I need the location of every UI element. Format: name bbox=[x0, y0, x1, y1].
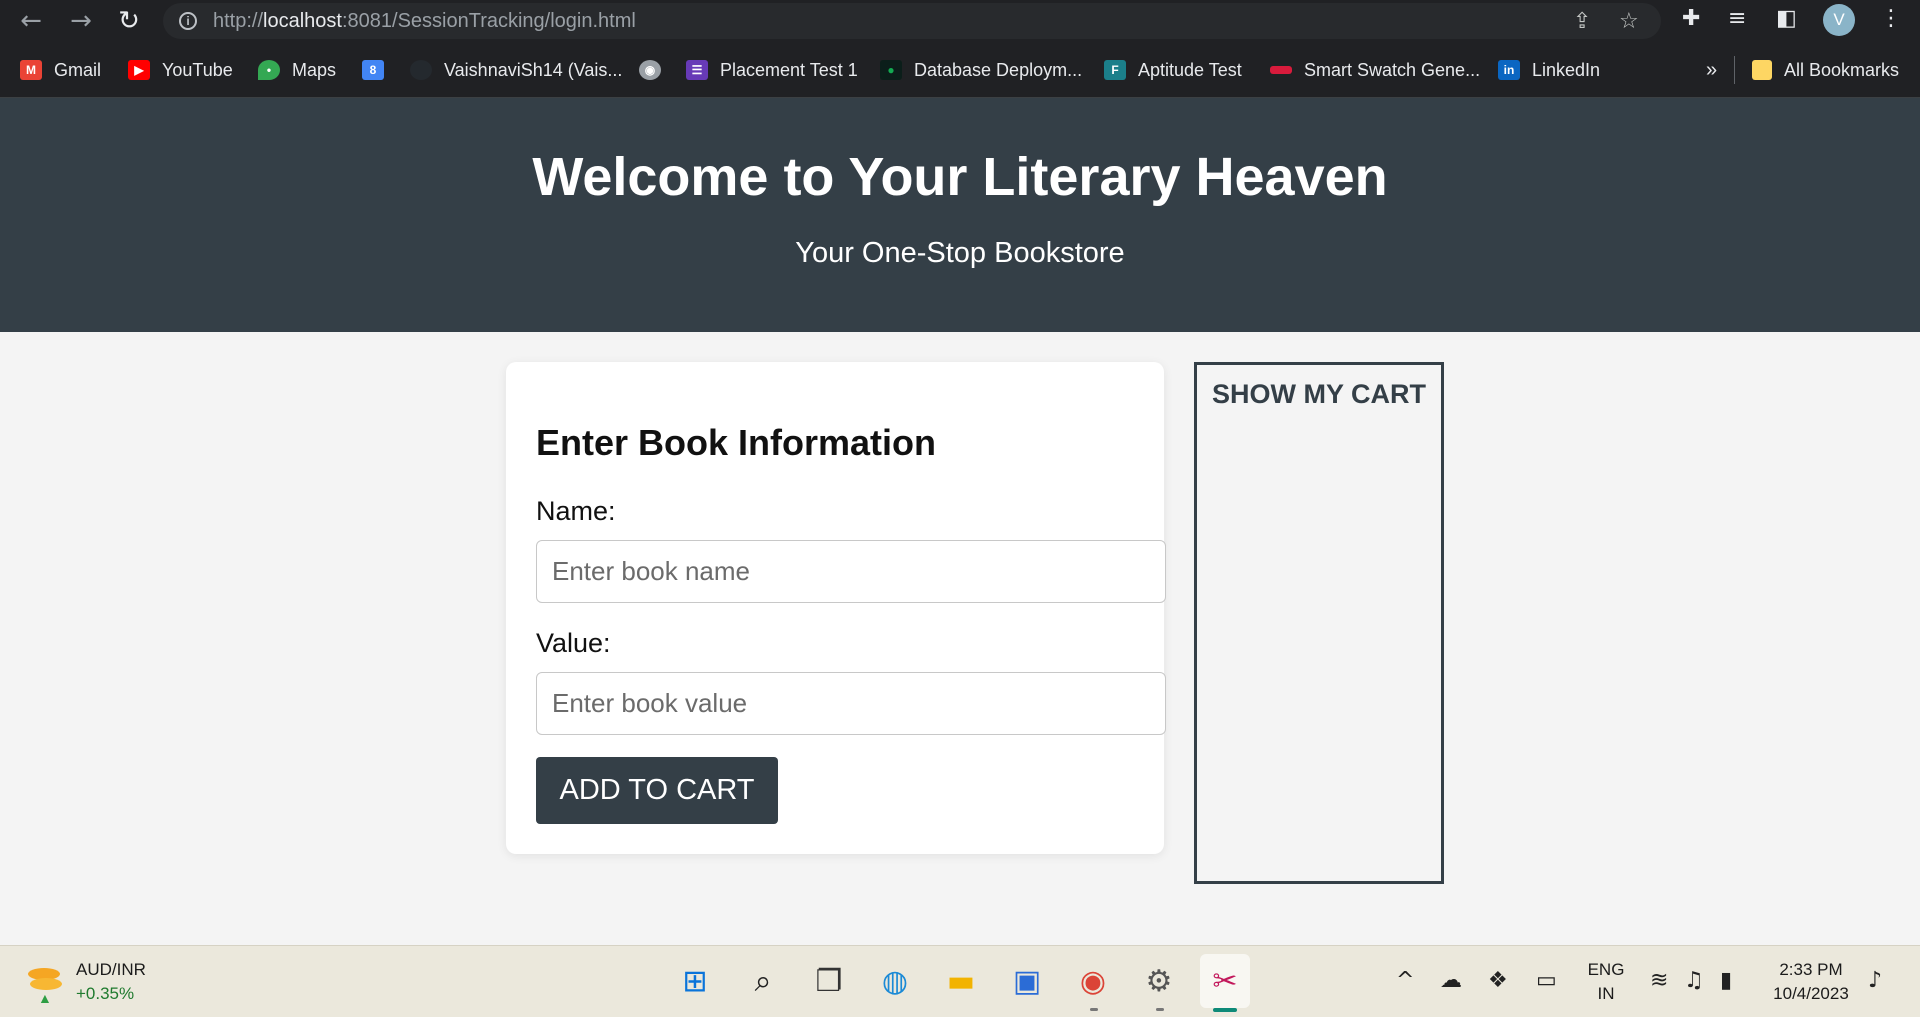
clock-time[interactable]: 2:33 PM bbox=[1766, 960, 1856, 980]
search-icon[interactable]: ⌕ bbox=[742, 960, 784, 1002]
wifi-icon[interactable]: ≋ bbox=[1650, 968, 1668, 993]
onedrive-cloud-icon[interactable]: ☁ bbox=[1440, 968, 1462, 993]
swatch-icon bbox=[1270, 66, 1292, 74]
value-label: Value: bbox=[536, 628, 611, 658]
currency-widget-icon[interactable]: ▲ bbox=[26, 964, 66, 1006]
microsoft-store-icon[interactable]: ▣ bbox=[1006, 960, 1048, 1002]
bookmark-github[interactable]: VaishnaviSh14 (Vais... bbox=[410, 57, 622, 83]
all-bookmarks-folder[interactable]: All Bookmarks bbox=[1752, 57, 1899, 83]
volume-icon[interactable]: ♫ bbox=[1684, 968, 1704, 993]
page-header: Welcome to Your Literary Heaven Your One… bbox=[0, 98, 1920, 332]
notification-bell-icon[interactable]: ♪ bbox=[1868, 968, 1882, 993]
file-explorer-icon[interactable]: ▬ bbox=[940, 960, 982, 1002]
bookmark-database-deployment[interactable]: ● Database Deploym... bbox=[880, 57, 1082, 83]
book-value-input[interactable] bbox=[536, 672, 1166, 735]
form-heading: Enter Book Information bbox=[536, 422, 937, 463]
bookmark-linkedin[interactable]: in LinkedIn bbox=[1498, 57, 1600, 83]
mongodb-icon: ● bbox=[880, 60, 902, 80]
dropbox-icon[interactable]: ❖ bbox=[1488, 968, 1508, 993]
bookmark-star-icon[interactable]: ☆ bbox=[1619, 9, 1639, 34]
folder-icon bbox=[1752, 60, 1772, 80]
start-icon[interactable]: ⊞ bbox=[674, 960, 716, 1002]
snipping-tool-icon[interactable]: ✂ bbox=[1200, 954, 1250, 1008]
settings-running-indicator bbox=[1156, 1008, 1164, 1011]
share-icon[interactable]: ⇪ bbox=[1573, 9, 1591, 34]
chrome-icon[interactable]: ◉ bbox=[1072, 960, 1114, 1002]
snipping-active-indicator bbox=[1213, 1008, 1237, 1012]
url-text[interactable]: http://localhost:8081/SessionTracking/lo… bbox=[213, 10, 636, 33]
battery-icon[interactable]: ▮ bbox=[1720, 968, 1732, 993]
google-apps-icon: 8 bbox=[362, 60, 384, 80]
page-subtitle: Your One-Stop Bookstore bbox=[795, 237, 1125, 269]
back-arrow-icon[interactable]: ← bbox=[16, 6, 46, 36]
browser-toolbar: ← → ↻ i http://localhost:8081/SessionTra… bbox=[0, 0, 1920, 42]
profile-avatar[interactable]: V bbox=[1823, 4, 1855, 36]
widget-title: AUD/INR bbox=[76, 960, 146, 979]
side-panel-icon[interactable]: ◧ bbox=[1776, 6, 1797, 31]
forward-arrow-icon[interactable]: → bbox=[66, 6, 96, 36]
language-region[interactable]: IN bbox=[1584, 984, 1628, 1004]
bookmark-google-apps[interactable]: 8 bbox=[362, 57, 396, 83]
cart-panel[interactable]: SHOW MY CART bbox=[1194, 362, 1444, 884]
gmail-icon: M bbox=[20, 60, 42, 80]
taskbar: ▲ AUD/INR +0.35% ⊞ ⌕ ❐ ◍ ▬ ▣ ◉ ⚙ ✂ ^ ☁ ❖… bbox=[0, 945, 1920, 1017]
book-name-input[interactable] bbox=[536, 540, 1166, 603]
bookmark-youtube[interactable]: ▶ YouTube bbox=[128, 57, 233, 83]
bookmarks-bar: M Gmail ▶ YouTube • Maps 8 VaishnaviSh14 (V… bbox=[0, 42, 1920, 98]
github-icon bbox=[410, 60, 432, 80]
bookmarks-divider bbox=[1734, 56, 1735, 84]
address-bar[interactable]: i http://localhost:8081/SessionTracking/… bbox=[163, 3, 1661, 39]
bookmarks-overflow-button[interactable]: » bbox=[1706, 57, 1717, 83]
bookmark-aptitude-test[interactable]: F Aptitude Test bbox=[1104, 57, 1242, 83]
language-code[interactable]: ENG bbox=[1584, 960, 1628, 980]
touchpad-icon[interactable]: ▭ bbox=[1536, 968, 1557, 993]
chrome-running-indicator bbox=[1090, 1008, 1098, 1011]
show-my-cart-link[interactable]: SHOW MY CART bbox=[1197, 379, 1441, 410]
reload-icon[interactable]: ↻ bbox=[114, 6, 144, 36]
settings-app-icon[interactable]: ⚙ bbox=[1138, 960, 1180, 1002]
bookmark-placement-test[interactable]: ☰ Placement Test 1 bbox=[686, 57, 858, 83]
chevron-up-icon[interactable]: ^ bbox=[1396, 968, 1414, 993]
maps-icon: • bbox=[258, 60, 280, 80]
add-to-cart-button[interactable]: ADD TO CART bbox=[536, 757, 778, 824]
clock-date[interactable]: 10/4/2023 bbox=[1766, 984, 1856, 1004]
bookmark-smart-swatch[interactable]: Smart Swatch Gene... bbox=[1270, 57, 1480, 83]
menu-kebab-icon[interactable]: ⋮ bbox=[1880, 6, 1902, 31]
test-icon: F bbox=[1104, 60, 1126, 80]
forms-icon: ☰ bbox=[686, 60, 708, 80]
edge-browser-icon[interactable]: ◍ bbox=[874, 960, 916, 1002]
extensions-icon[interactable]: ✚ bbox=[1682, 6, 1700, 31]
widget-value: +0.35% bbox=[76, 984, 135, 1003]
media-queue-icon[interactable]: ≡ bbox=[1728, 6, 1746, 31]
book-form-card: Enter Book Information Name: Value: ADD … bbox=[506, 362, 1166, 854]
youtube-icon: ▶ bbox=[128, 60, 150, 80]
bookmark-globe[interactable]: ◉ bbox=[639, 57, 673, 83]
site-info-icon[interactable]: i bbox=[179, 12, 197, 30]
bookmark-gmail[interactable]: M Gmail bbox=[20, 57, 101, 83]
page-title: Welcome to Your Literary Heaven bbox=[532, 147, 1388, 207]
linkedin-icon: in bbox=[1498, 60, 1520, 80]
name-label: Name: bbox=[536, 496, 616, 526]
task-view-icon[interactable]: ❐ bbox=[808, 960, 850, 1002]
globe-icon: ◉ bbox=[639, 60, 661, 80]
bookmark-maps[interactable]: • Maps bbox=[258, 57, 336, 83]
